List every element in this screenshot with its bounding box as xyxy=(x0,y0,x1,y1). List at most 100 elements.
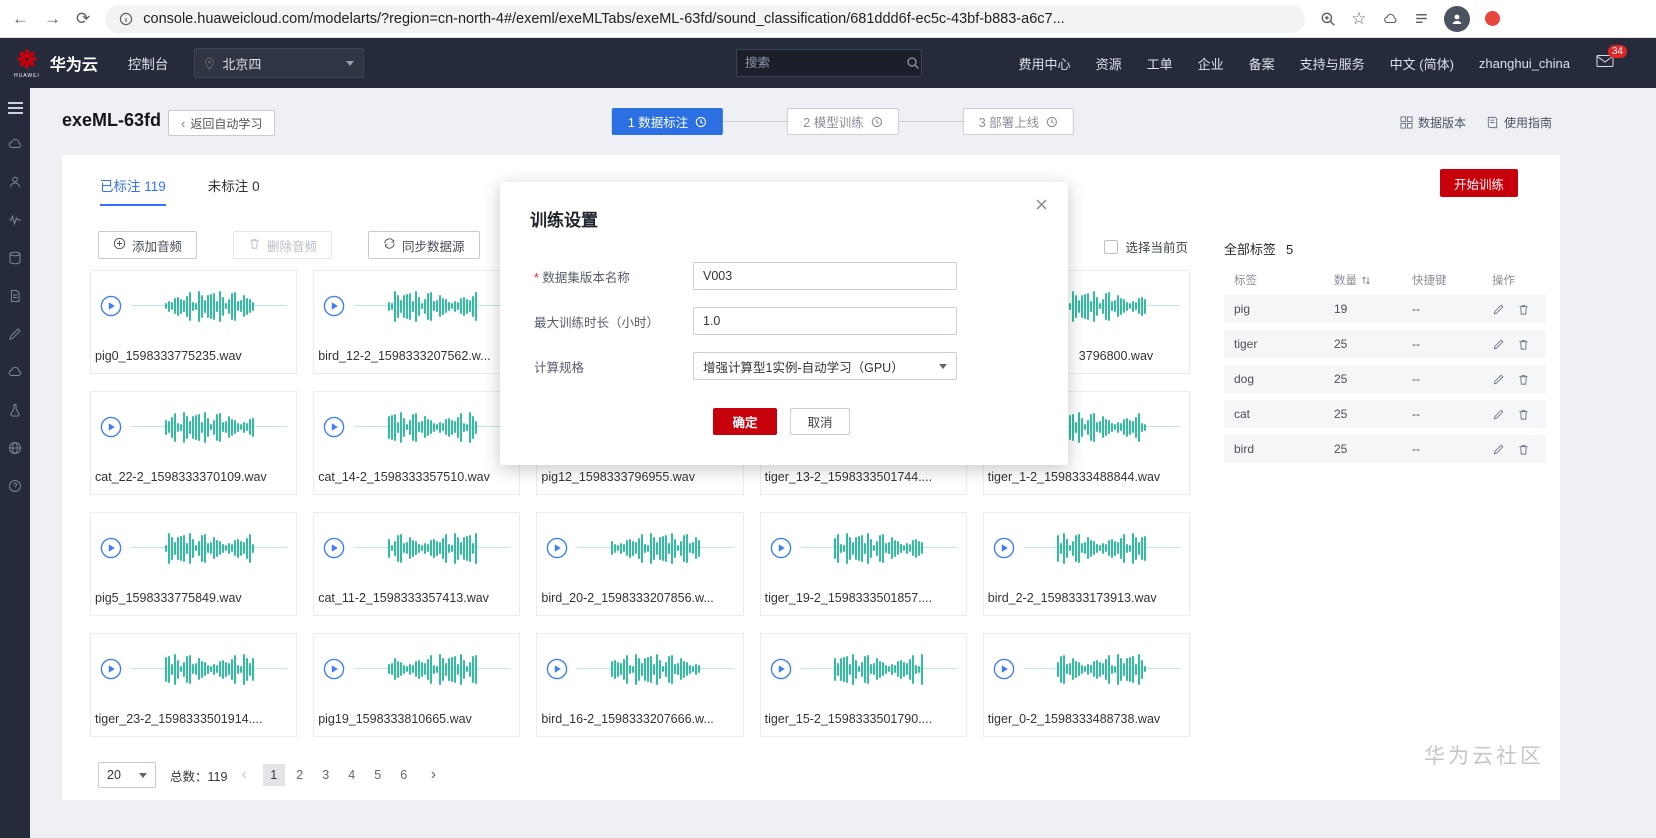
page-4[interactable]: 4 xyxy=(341,764,363,786)
back-to-exeml-button[interactable]: ‹ 返回自动学习 xyxy=(168,110,276,136)
delete-label-icon[interactable] xyxy=(1517,373,1530,386)
play-button[interactable] xyxy=(546,658,568,680)
edit-label-icon[interactable] xyxy=(1492,443,1505,456)
topnav-item[interactable]: 资源 xyxy=(1096,54,1122,73)
toolbar: 添加音频 删除音频 同步数据源 xyxy=(98,231,480,259)
forward-icon[interactable]: → xyxy=(44,10,61,27)
step-1[interactable]: 1 数据标注 xyxy=(611,108,724,135)
label-row[interactable]: tiger 25 -- xyxy=(1224,330,1546,358)
compute-spec-select[interactable]: 增强计算型1实例-自动学习（GPU） xyxy=(693,352,957,380)
page-6[interactable]: 6 xyxy=(393,764,415,786)
edit-icon[interactable] xyxy=(8,326,22,341)
back-icon[interactable]: ← xyxy=(12,10,29,27)
zoom-icon[interactable] xyxy=(1320,11,1336,27)
reading-list-icon[interactable] xyxy=(1414,11,1429,26)
play-button[interactable] xyxy=(770,658,792,680)
play-button[interactable] xyxy=(323,416,345,438)
topnav-item[interactable]: 企业 xyxy=(1198,54,1224,73)
topnav-item[interactable]: zhanghui_china xyxy=(1479,56,1570,71)
offline-cloud-icon[interactable] xyxy=(1382,12,1399,26)
label-row[interactable]: dog 25 -- xyxy=(1224,365,1546,393)
edit-label-icon[interactable] xyxy=(1492,303,1505,316)
audio-filename: cat_22-2_1598333370109.wav xyxy=(95,470,267,484)
label-row[interactable]: pig 19 -- xyxy=(1224,295,1546,323)
start-training-button[interactable]: 开始训练 xyxy=(1440,169,1518,197)
page-3[interactable]: 3 xyxy=(315,764,337,786)
header-link[interactable]: 使用指南 xyxy=(1486,114,1552,131)
play-button[interactable] xyxy=(100,658,122,680)
page-2[interactable]: 2 xyxy=(289,764,311,786)
storage-icon[interactable] xyxy=(8,250,22,265)
globe-icon[interactable] xyxy=(8,440,22,455)
user-icon[interactable] xyxy=(8,174,22,189)
bookmark-star-icon[interactable]: ☆ xyxy=(1351,10,1366,27)
play-button[interactable] xyxy=(546,537,568,559)
tab-unlabeled[interactable]: 未标注 0 xyxy=(208,175,260,206)
label-row[interactable]: cat 25 -- xyxy=(1224,400,1546,428)
step-3[interactable]: 3 部署上线 xyxy=(962,108,1075,135)
audio-filename: tiger_15-2_1598333501790.... xyxy=(764,712,933,726)
play-button[interactable] xyxy=(100,416,122,438)
checkbox[interactable] xyxy=(1104,239,1119,254)
help-icon[interactable] xyxy=(8,478,22,493)
topnav-item[interactable]: 中文 (简体) xyxy=(1390,54,1454,73)
cloud-icon[interactable] xyxy=(8,136,22,151)
add-audio-button[interactable]: 添加音频 xyxy=(98,231,198,259)
topnav-item[interactable]: 支持与服务 xyxy=(1300,54,1365,73)
select-current-page[interactable]: 选择当前页 xyxy=(1104,237,1188,256)
waveform-icon[interactable] xyxy=(8,212,22,227)
page-5[interactable]: 5 xyxy=(367,764,389,786)
region-selector[interactable]: 北京四 xyxy=(194,48,365,78)
sync-data-button[interactable]: 同步数据源 xyxy=(368,231,480,259)
topnav-item[interactable]: 工单 xyxy=(1147,54,1173,73)
delete-label-icon[interactable] xyxy=(1517,338,1530,351)
play-button[interactable] xyxy=(100,537,122,559)
edit-label-icon[interactable] xyxy=(1492,408,1505,421)
max-duration-input[interactable] xyxy=(693,307,957,335)
delete-label-icon[interactable] xyxy=(1517,408,1530,421)
next-page-icon[interactable]: › xyxy=(431,766,436,784)
search-icon[interactable] xyxy=(906,56,920,70)
dataset-version-input[interactable] xyxy=(693,262,957,290)
delete-label-icon[interactable] xyxy=(1517,443,1530,456)
header-link[interactable]: 数据版本 xyxy=(1400,114,1466,131)
play-button[interactable] xyxy=(993,537,1015,559)
edit-label-icon[interactable] xyxy=(1492,338,1505,351)
console-link[interactable]: 控制台 xyxy=(128,53,169,73)
console-search-input[interactable] xyxy=(745,56,906,70)
topnav-item[interactable]: 备案 xyxy=(1249,54,1275,73)
flask-icon[interactable] xyxy=(8,402,22,417)
huawei-logo[interactable]: HUAWEI xyxy=(14,48,40,79)
sort-icon[interactable] xyxy=(1361,275,1371,286)
messages-button[interactable]: 34 xyxy=(1596,44,1627,73)
label-row[interactable]: bird 25 -- xyxy=(1224,435,1546,463)
play-button[interactable] xyxy=(993,658,1015,680)
document-icon[interactable] xyxy=(8,288,22,303)
page-info-icon[interactable] xyxy=(119,12,133,26)
play-button[interactable] xyxy=(323,658,345,680)
play-button[interactable] xyxy=(323,295,345,317)
prev-page-icon[interactable]: ‹ xyxy=(241,766,246,784)
page-size-select[interactable]: 20 xyxy=(98,762,156,788)
profile-avatar[interactable] xyxy=(1443,5,1470,32)
step-2[interactable]: 2 模型训练 xyxy=(787,108,899,135)
url-bar[interactable]: console.huaweicloud.com/modelarts/?regio… xyxy=(105,4,1306,33)
column-header[interactable]: 数量 xyxy=(1334,272,1412,288)
page-1[interactable]: 1 xyxy=(262,764,285,786)
cancel-button[interactable]: 取消 xyxy=(790,408,850,435)
menu-icon[interactable] xyxy=(7,102,23,114)
brand-name[interactable]: 华为云 xyxy=(50,51,98,75)
close-icon[interactable]: × xyxy=(1035,192,1048,218)
delete-label-icon[interactable] xyxy=(1517,303,1530,316)
tab-labeled[interactable]: 已标注 119 xyxy=(100,175,166,206)
confirm-button[interactable]: 确定 xyxy=(713,408,777,435)
play-button[interactable] xyxy=(770,537,792,559)
edit-label-icon[interactable] xyxy=(1492,373,1505,386)
cloud-icon[interactable] xyxy=(8,364,22,379)
delete-audio-button[interactable]: 删除音频 xyxy=(233,231,333,259)
play-button[interactable] xyxy=(100,295,122,317)
reload-icon[interactable]: ⟳ xyxy=(76,10,90,27)
console-search[interactable] xyxy=(736,49,922,77)
play-button[interactable] xyxy=(323,537,345,559)
topnav-item[interactable]: 费用中心 xyxy=(1019,54,1071,73)
